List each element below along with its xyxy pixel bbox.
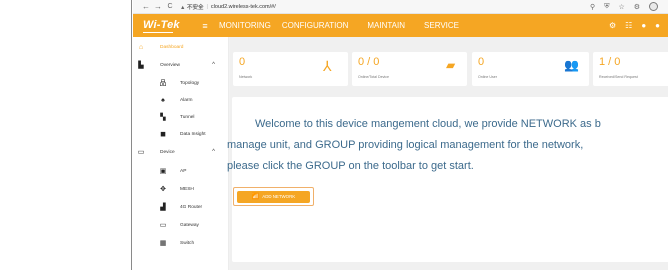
browser-toolbar: ← → C ▲ 不安全 | cloud2.wireless-tek.com/#/… [133,0,668,14]
translate-icon[interactable]: ⛨ [604,3,609,11]
sidebar-item-dashboard[interactable]: ⌂ Dashboard [133,41,229,53]
sidebar: ⌂ Dashboard ▙ Overview ^ 品 Topology ♠ Al… [133,37,229,270]
user-icon[interactable]: ● [655,21,660,30]
sidebar-item-mesh[interactable]: ✥ MESH [133,183,229,195]
switch-icon: ▦ [159,240,167,247]
browser-toolbar-icons: ⚲ ⛨ ☆ ⚙ [590,2,668,11]
welcome-line-2: manage unit, and GROUP providing logical… [227,139,584,151]
extensions-icon[interactable]: ⚙ [634,3,640,11]
settings-icon[interactable]: ⚙ [609,21,616,30]
tab-service[interactable]: SERVICE [424,21,459,30]
mesh-icon: ✥ [160,186,166,193]
back-button[interactable]: ← [140,2,152,11]
sidebar-label-dashboard: Dashboard [160,44,184,50]
sidebar-label-mesh: MESH [180,186,194,192]
reload-button[interactable]: C [164,3,176,10]
welcome-panel: Welcome to this device mangement cloud, … [227,97,668,262]
overview-icon: ▙ [138,62,144,69]
sidebar-item-ap[interactable]: ▣ AP [133,165,229,177]
stat-label-user: Online User [478,75,497,79]
tab-monitoring[interactable]: MONITORING [219,21,271,30]
sidebar-item-4g-router[interactable]: ▟ 4G Router [133,201,229,213]
stat-card-request: 1 / 0 Received/Send Request [593,52,668,86]
stat-value-network: 0 [239,56,246,68]
stat-card-device: 0 / 0 Online/Total Device ▰ [352,52,467,86]
forward-button[interactable]: → [152,2,164,11]
header-icons: ⚙ ☷ ● ● [609,21,668,30]
ap-icon: ▣ [159,168,167,175]
sidebar-item-alarm[interactable]: ♠ Alarm [133,94,229,106]
router-icon: ▰ [446,58,456,72]
security-warning: ▲ 不安全 [180,4,204,11]
sidebar-label-4g-router: 4G Router [180,204,203,210]
stat-label-network: Network [239,75,253,79]
topology-icon: 品 [159,80,167,87]
welcome-line-1: Welcome to this device mangement cloud, … [255,118,601,130]
stat-value-request: 1 / 0 [599,56,621,68]
sidebar-label-alarm: Alarm [180,97,193,103]
stat-card-network: 0 Network ⅄ [233,52,348,86]
notification-icon[interactable]: ● [641,21,646,30]
tunnel-icon: ▚ [160,114,166,121]
zoom-icon[interactable]: ⚲ [590,3,595,11]
sidebar-label-tunnel: Tunnel [180,114,195,120]
stat-value-device: 0 / 0 [358,56,380,68]
welcome-message: Welcome to this device mangement cloud, … [227,114,668,177]
gateway-icon: ▭ [159,222,167,229]
logo-text: Wi-Tek [143,18,180,31]
sidebar-item-data-insight[interactable]: ◼ Data Insight [133,128,229,140]
welcome-line-3: please click the GROUP on the toolbar to… [227,160,474,172]
sidebar-label-gateway: Gateway [180,222,199,228]
stat-label-request: Received/Send Request [599,75,638,79]
users-icon: 👥 [564,58,579,72]
sidebar-label-data-insight: Data Insight [180,131,206,137]
chevron-up-icon: ^ [212,62,215,68]
bookmark-star-icon[interactable]: ☆ [618,3,624,11]
sidebar-label-overview: Overview [160,62,180,68]
main-content: 0 Network ⅄ 0 / 0 Online/Total Device ▰ … [227,37,668,270]
sidebar-label-ap: AP [180,168,187,174]
address-bar[interactable]: ▲ 不安全 | cloud2.wireless-tek.com/#/ [180,3,276,11]
network-icon: ⅄ [323,58,332,74]
top-nav: MONITORING CONFIGURATION MAINTAIN SERVIC… [219,21,459,30]
screenshot-frame: ← → C ▲ 不安全 | cloud2.wireless-tek.com/#/… [0,0,668,270]
stat-label-device: Online/Total Device [358,75,389,79]
stat-value-user: 0 [478,56,485,68]
chevron-up-icon: ^ [212,149,215,155]
profile-avatar[interactable] [649,2,658,11]
router-icon: ▟ [160,204,166,211]
wifi-icon: 📶 [251,194,260,200]
sidebar-item-topology[interactable]: 品 Topology [133,77,229,89]
add-network-highlight: 📶 ADD NETWORK [233,187,314,206]
tab-maintain[interactable]: MAINTAIN [367,21,405,30]
sidebar-label-topology: Topology [180,80,200,86]
logo-underline [143,31,173,33]
sidebar-item-switch[interactable]: ▦ Switch [133,237,229,249]
data-insight-icon: ◼ [160,131,166,138]
sidebar-label-device: Device [160,149,175,155]
home-icon: ⌂ [138,43,144,51]
monitor-icon: ▭ [137,149,145,156]
wi-tek-logo[interactable]: Wi-Tek [133,19,197,33]
sidebar-label-switch: Switch [180,240,195,246]
app-header: Wi-Tek ≡ MONITORING CONFIGURATION MAINTA… [133,14,668,37]
tab-configuration[interactable]: CONFIGURATION [282,21,349,30]
sidebar-item-gateway[interactable]: ▭ Gateway [133,219,229,231]
url-text: cloud2.wireless-tek.com/#/ [210,3,276,10]
left-blank-panel [0,0,132,270]
url-separator: | [206,3,208,10]
sidebar-item-tunnel[interactable]: ▚ Tunnel [133,111,229,123]
sidebar-item-device[interactable]: ▭ Device ^ [133,146,229,158]
add-network-label: ADD NETWORK [262,194,296,199]
stat-card-user: 0 Online User 👥 [472,52,589,86]
grid-icon[interactable]: ☷ [625,21,632,30]
browser-window: ← → C ▲ 不安全 | cloud2.wireless-tek.com/#/… [133,0,668,270]
alarm-bell-icon: ♠ [161,96,165,104]
add-network-button[interactable]: 📶 ADD NETWORK [237,190,310,203]
menu-toggle-icon[interactable]: ≡ [197,21,213,31]
sidebar-item-overview[interactable]: ▙ Overview ^ [133,59,229,71]
